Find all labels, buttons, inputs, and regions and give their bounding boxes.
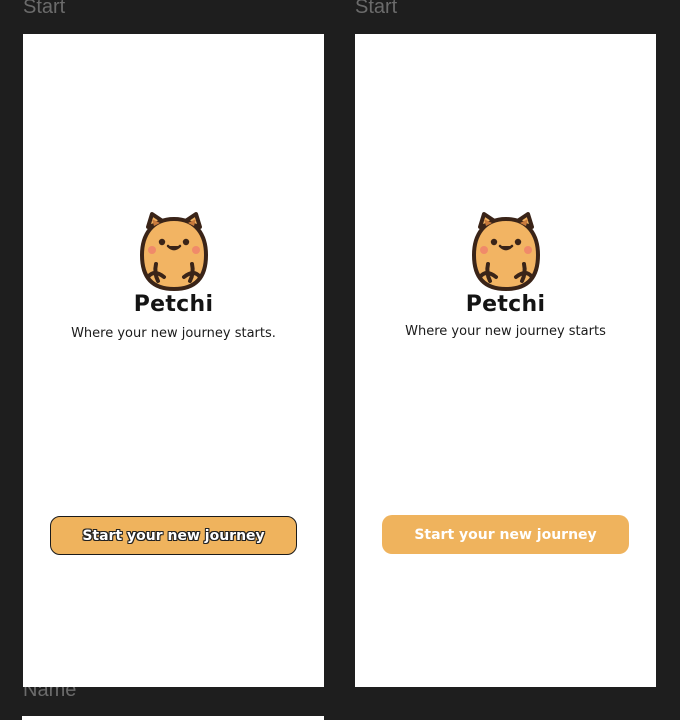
start-journey-button[interactable]: Start your new journey <box>382 515 629 554</box>
tagline: Where your new journey starts <box>405 324 606 339</box>
start-screen-frame-left[interactable]: Petchi Where your new journey starts. St… <box>23 34 324 687</box>
hamster-mascot-icon <box>140 212 208 291</box>
name-screen-frame-edge[interactable] <box>22 716 324 720</box>
start-journey-button[interactable]: Start your new journey <box>50 516 297 555</box>
app-brand-name: Petchi <box>133 292 214 317</box>
frame-label-start-left[interactable]: Start <box>23 0 65 19</box>
app-brand-name: Petchi <box>465 292 546 317</box>
hamster-mascot-icon <box>472 212 540 291</box>
frame-label-start-right[interactable]: Start <box>355 0 397 19</box>
start-screen-frame-right[interactable]: Petchi Where your new journey starts Sta… <box>355 34 656 687</box>
tagline: Where your new journey starts. <box>71 326 276 341</box>
